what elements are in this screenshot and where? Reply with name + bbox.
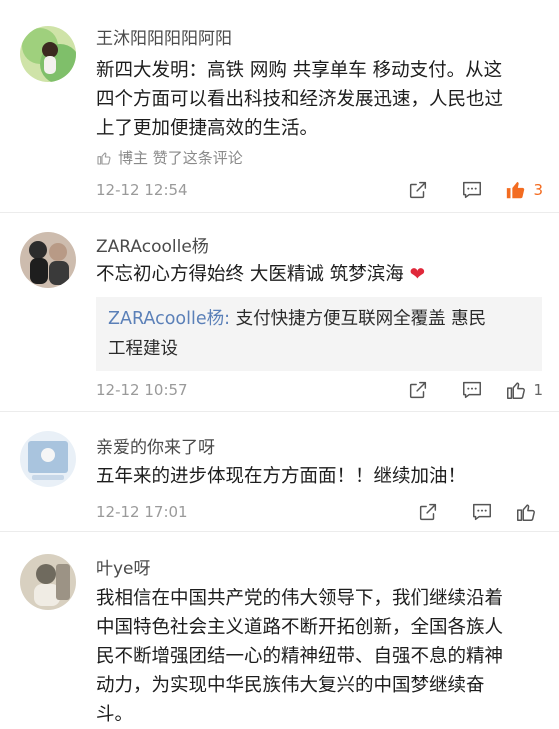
comment-text-line: 新四大发明：高铁 网购 共享单车 移动支付。从这 <box>96 60 503 81</box>
comment-text-line: 四个方面可以看出科技和经济发展迅速，人民也过 <box>96 89 504 110</box>
comment-item: ZARAcoolle杨 不忘初心方得始终 大医精诚 筑梦滨海 ❤ ZARAcoo… <box>0 213 559 412</box>
comment-item: 亲爱的你来了呀 五年来的进步体现在方方面面！！继续加油！ 12-12 17:01 <box>0 412 559 532</box>
comment-icon <box>473 503 491 521</box>
like-button[interactable] <box>515 501 543 523</box>
avatar[interactable] <box>20 26 76 82</box>
comment-timestamp: 12-12 12:54 <box>96 181 188 199</box>
avatar-image <box>20 232 76 288</box>
thumbs-up-icon <box>507 382 526 399</box>
repost-button[interactable] <box>391 177 445 203</box>
comment-text: 不忘初心方得始终 大医精诚 筑梦滨海 ❤ <box>96 260 542 289</box>
comment-text-line: 我相信在中国共产党的伟大领导下，我们继续沿着 <box>96 588 504 609</box>
comment-text-line: 斗。 <box>96 704 134 725</box>
comment-actions: 3 <box>391 177 543 203</box>
author-liked-label: 博主 赞了这条评论 <box>118 149 243 167</box>
comment-username[interactable]: 亲爱的你来了呀 <box>96 433 215 458</box>
comment-text-line: 中国特色社会主义道路不断开拓创新，全国各族人 <box>96 617 504 638</box>
avatar-image <box>20 554 76 610</box>
avatar[interactable] <box>20 554 76 610</box>
comment-item: 王沐阳阳阳阳阿阳 新四大发明：高铁 网购 共享单车 移动支付。从这 四个方面可以… <box>0 0 559 213</box>
reply-username[interactable]: ZARAcoolle杨 <box>108 309 224 329</box>
heart-emoji: ❤ <box>409 264 426 285</box>
comment-item: 叶ye呀 我相信在中国共产党的伟大领导下，我们继续沿着 中国特色社会主义道路不断… <box>0 532 559 726</box>
comment-text: 五年来的进步体现在方方面面！！继续加油！ <box>96 466 467 487</box>
avatar[interactable] <box>20 232 76 288</box>
reply-text-line: 工程建设 <box>108 339 178 359</box>
repost-button[interactable] <box>401 499 455 525</box>
avatar-image <box>20 26 76 82</box>
avatar[interactable] <box>20 431 76 487</box>
comment-timestamp: 12-12 17:01 <box>96 503 188 521</box>
comment-username[interactable]: ZARAcoolle杨 <box>96 232 209 257</box>
thumbs-up-icon <box>517 504 535 521</box>
like-count: 1 <box>533 381 543 399</box>
comment-actions: 1 <box>391 377 543 403</box>
comment-actions <box>401 499 543 525</box>
comment-text: 我相信在中国共产党的伟大领导下，我们继续沿着 中国特色社会主义道路不断开拓创新，… <box>96 584 542 729</box>
like-button[interactable]: 3 <box>505 179 543 201</box>
comment-icon <box>463 381 482 399</box>
comment-text-line: 民不断增强团结一心的精神纽带、自强不息的精神 <box>96 646 504 667</box>
comment-text-line: 上了更加便捷高效的生活。 <box>96 118 319 139</box>
reply-text-line: 支付快捷方便互联网全覆盖 惠民 <box>230 309 487 329</box>
repost-icon <box>419 503 437 521</box>
comment-text-line: 动力，为实现中华民族伟大复兴的中国梦继续奋 <box>96 675 485 696</box>
reply-button[interactable] <box>455 499 509 525</box>
comment-text-body: 不忘初心方得始终 大医精诚 筑梦滨海 <box>96 264 404 285</box>
reply-button[interactable] <box>445 177 499 203</box>
comment-text: 新四大发明：高铁 网购 共享单车 移动支付。从这 四个方面可以看出科技和经济发展… <box>96 56 542 143</box>
comment-username[interactable]: 王沐阳阳阳阳阿阳 <box>96 24 232 49</box>
reply-quote[interactable]: ZARAcoolle杨: 支付快捷方便互联网全覆盖 惠民 工程建设 <box>96 297 542 371</box>
repost-icon <box>410 181 427 199</box>
author-liked-note: 博主 赞了这条评论 <box>96 147 243 168</box>
reply-button[interactable] <box>445 377 499 403</box>
like-count: 3 <box>533 181 543 199</box>
comment-timestamp: 12-12 10:57 <box>96 381 188 399</box>
comment-icon <box>463 181 482 199</box>
like-button[interactable]: 1 <box>505 379 543 401</box>
thumbs-up-filled-icon <box>507 182 525 199</box>
repost-button[interactable] <box>391 377 445 403</box>
thumbs-up-icon <box>97 151 111 165</box>
avatar-image <box>20 431 76 487</box>
comment-username[interactable]: 叶ye呀 <box>96 554 151 579</box>
repost-icon <box>410 381 427 399</box>
